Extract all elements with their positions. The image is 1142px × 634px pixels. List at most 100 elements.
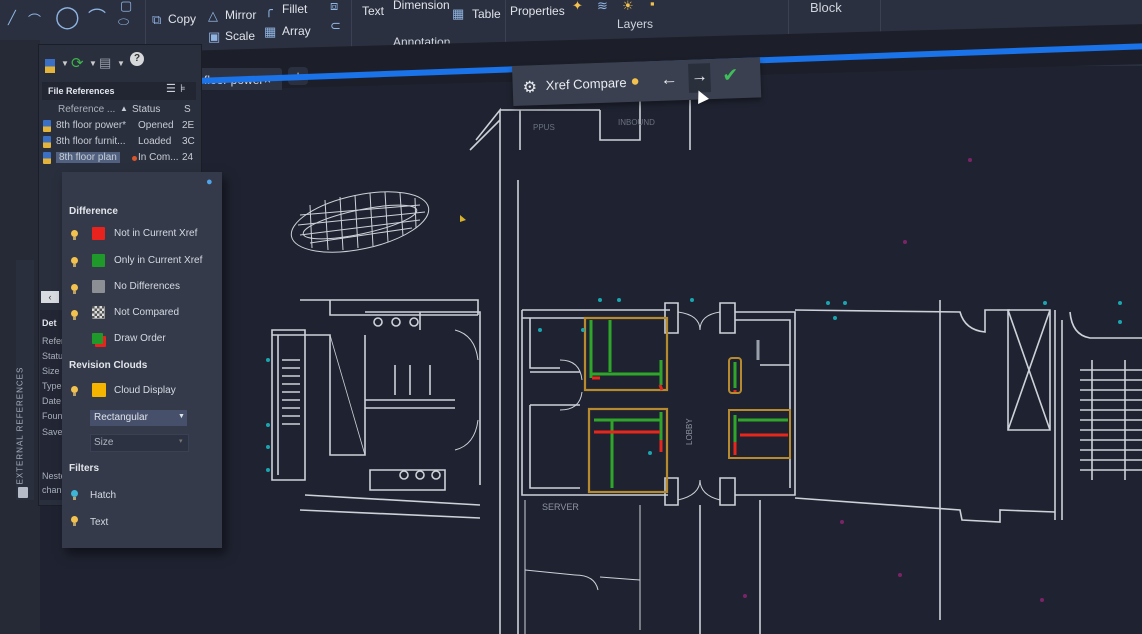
not-compared-label: Not Compared — [114, 307, 180, 318]
detail-field: Foun — [42, 411, 63, 421]
column-reference-name[interactable]: Reference ... — [58, 104, 115, 115]
arrow-right-icon[interactable]: → — [688, 63, 712, 93]
compare-status-icon — [132, 156, 137, 161]
cloud-lightbulb-icon[interactable] — [71, 386, 78, 396]
text-filter-icon[interactable] — [71, 516, 78, 526]
layer-properties-button[interactable]: Properties — [510, 4, 565, 18]
dwg-file-icon — [43, 120, 51, 132]
change-path-icon[interactable]: ▤ — [99, 55, 111, 71]
footer-text: chan — [42, 485, 62, 495]
detail-field: Refer — [42, 336, 65, 346]
external-references-label: EXTERNAL REFERENCES — [15, 366, 25, 485]
chevron-down-icon: ▾ — [179, 438, 183, 445]
fillet-button[interactable]: Fillet — [282, 2, 307, 16]
collapse-details-button[interactable]: ‹ — [41, 291, 59, 303]
ellipse-tool-icon[interactable]: ⬭ — [118, 14, 129, 30]
arrow-left-icon[interactable]: ← — [660, 69, 678, 90]
checkmark-icon[interactable]: ✔ — [722, 64, 739, 88]
difference-section-title: Difference — [69, 206, 118, 217]
color-swatch-red[interactable] — [92, 227, 105, 240]
no-differences-label: No Differences — [114, 281, 180, 292]
color-swatch-green[interactable] — [92, 254, 105, 267]
scale-icon: ▣ — [208, 29, 221, 44]
help-icon[interactable]: ? — [130, 52, 144, 66]
details-title: Det — [42, 318, 57, 328]
list-view-icon[interactable]: ☰ — [166, 82, 176, 95]
detail-field: Date — [42, 396, 62, 406]
file-reference-row-selected[interactable]: 8th floor plan In Com... 24 — [42, 152, 198, 166]
arc-tool-icon[interactable]: ⌒ — [88, 4, 106, 30]
line-tool-icon[interactable]: ╱ — [8, 10, 16, 26]
column-status[interactable]: Status — [132, 104, 160, 115]
table-button[interactable]: Table — [472, 7, 501, 21]
file-reference-row[interactable]: 8th floor furnit... Loaded 3C — [42, 136, 198, 150]
hatch-filter-icon[interactable] — [71, 490, 78, 500]
chevron-down-icon: ▼ — [178, 413, 185, 420]
rectangle-tool-icon[interactable]: ▢ — [120, 0, 132, 14]
detail-field: Type — [42, 381, 62, 391]
copy-button[interactable]: Copy — [168, 12, 196, 26]
draw-order-icon[interactable] — [92, 333, 103, 344]
only-in-current-xref-label: Only in Current Xref — [114, 255, 203, 266]
draw-order-label: Draw Order — [114, 333, 166, 344]
cloud-display-label: Cloud Display — [114, 385, 176, 396]
mirror-icon: △ — [208, 8, 218, 23]
room-label-lobby: LOBBY — [685, 418, 694, 445]
chevron-down-icon[interactable]: ▼ — [61, 59, 69, 68]
file-references-columns: Reference ... ▲ Status S — [42, 104, 198, 118]
dimension-button[interactable]: Dimension — [393, 0, 450, 12]
attach-file-icon[interactable] — [45, 59, 55, 73]
clipboard-icon[interactable] — [18, 487, 28, 498]
pin-icon[interactable]: ● — [206, 176, 213, 188]
polyline-tool-icon[interactable]: ⌒ — [28, 10, 41, 29]
circle-tool-icon[interactable]: ◯ — [55, 4, 80, 30]
dwg-file-icon — [43, 136, 51, 148]
cloud-size-input[interactable]: Size ▾ — [90, 434, 189, 452]
lightbulb-icon[interactable]: ● — [630, 73, 640, 90]
file-references-header: File References ☰ ⊧ — [42, 82, 196, 100]
cloud-size-value: Size — [94, 437, 114, 448]
room-label-server: SERVER — [542, 502, 579, 512]
chevron-down-icon[interactable]: ▼ — [117, 59, 125, 68]
layer-match-icon[interactable]: ≋ — [597, 0, 608, 14]
offset-icon[interactable]: ⊂ — [330, 18, 341, 34]
text-button[interactable]: Text — [362, 4, 384, 18]
file-reference-row[interactable]: 8th floor power* Opened 2E — [42, 120, 198, 134]
filters-section-title: Filters — [69, 463, 100, 474]
not-in-current-xref-label: Not in Current Xref — [114, 228, 198, 239]
color-swatch-yellow[interactable] — [92, 383, 106, 397]
tree-view-icon[interactable]: ⊧ — [180, 82, 186, 95]
xref-compare-title: Xref Compare — [545, 75, 627, 93]
mirror-button[interactable]: Mirror — [225, 8, 256, 22]
dwg-file-icon — [43, 152, 51, 164]
block-panel-title[interactable]: Block — [810, 0, 842, 15]
cloud-shape-select[interactable]: Rectangular ▼ — [90, 410, 187, 426]
detail-field: Size — [42, 366, 60, 376]
room-label-ppus: PPUS — [533, 123, 555, 132]
refresh-icon[interactable]: ⟳ — [71, 54, 84, 72]
revision-clouds-section-title: Revision Clouds — [69, 360, 148, 371]
cloud-shape-value: Rectangular — [94, 412, 148, 423]
stretch-icon[interactable]: ⧈ — [330, 0, 338, 14]
array-icon: ▦ — [264, 24, 277, 39]
array-button[interactable]: Array — [282, 24, 311, 38]
gear-icon[interactable]: ⚙ — [522, 77, 537, 97]
checker-swatch[interactable] — [92, 306, 105, 319]
lightbulb-icon[interactable] — [71, 230, 78, 240]
column-size[interactable]: S — [184, 104, 191, 115]
scale-button[interactable]: Scale — [225, 29, 255, 43]
sort-ascending-icon: ▲ — [120, 104, 128, 113]
color-swatch-gray[interactable] — [92, 280, 105, 293]
room-label-inbound: INBOUND — [618, 118, 655, 127]
layer-bulb-icon[interactable]: ✦ — [572, 0, 583, 14]
chevron-down-icon[interactable]: ▼ — [89, 59, 97, 68]
lightbulb-icon[interactable] — [71, 310, 78, 320]
table-icon: ▦ — [452, 6, 465, 21]
layer-lock-icon[interactable]: ▪ — [650, 0, 655, 11]
compare-settings-panel: ● Difference Not in Current Xref Only in… — [62, 172, 222, 548]
fillet-icon: ╭ — [265, 2, 273, 17]
layers-panel-title[interactable]: Layers — [617, 17, 653, 31]
lightbulb-icon[interactable] — [71, 257, 78, 267]
layer-freeze-icon[interactable]: ☀ — [622, 0, 634, 14]
lightbulb-icon[interactable] — [71, 284, 78, 294]
